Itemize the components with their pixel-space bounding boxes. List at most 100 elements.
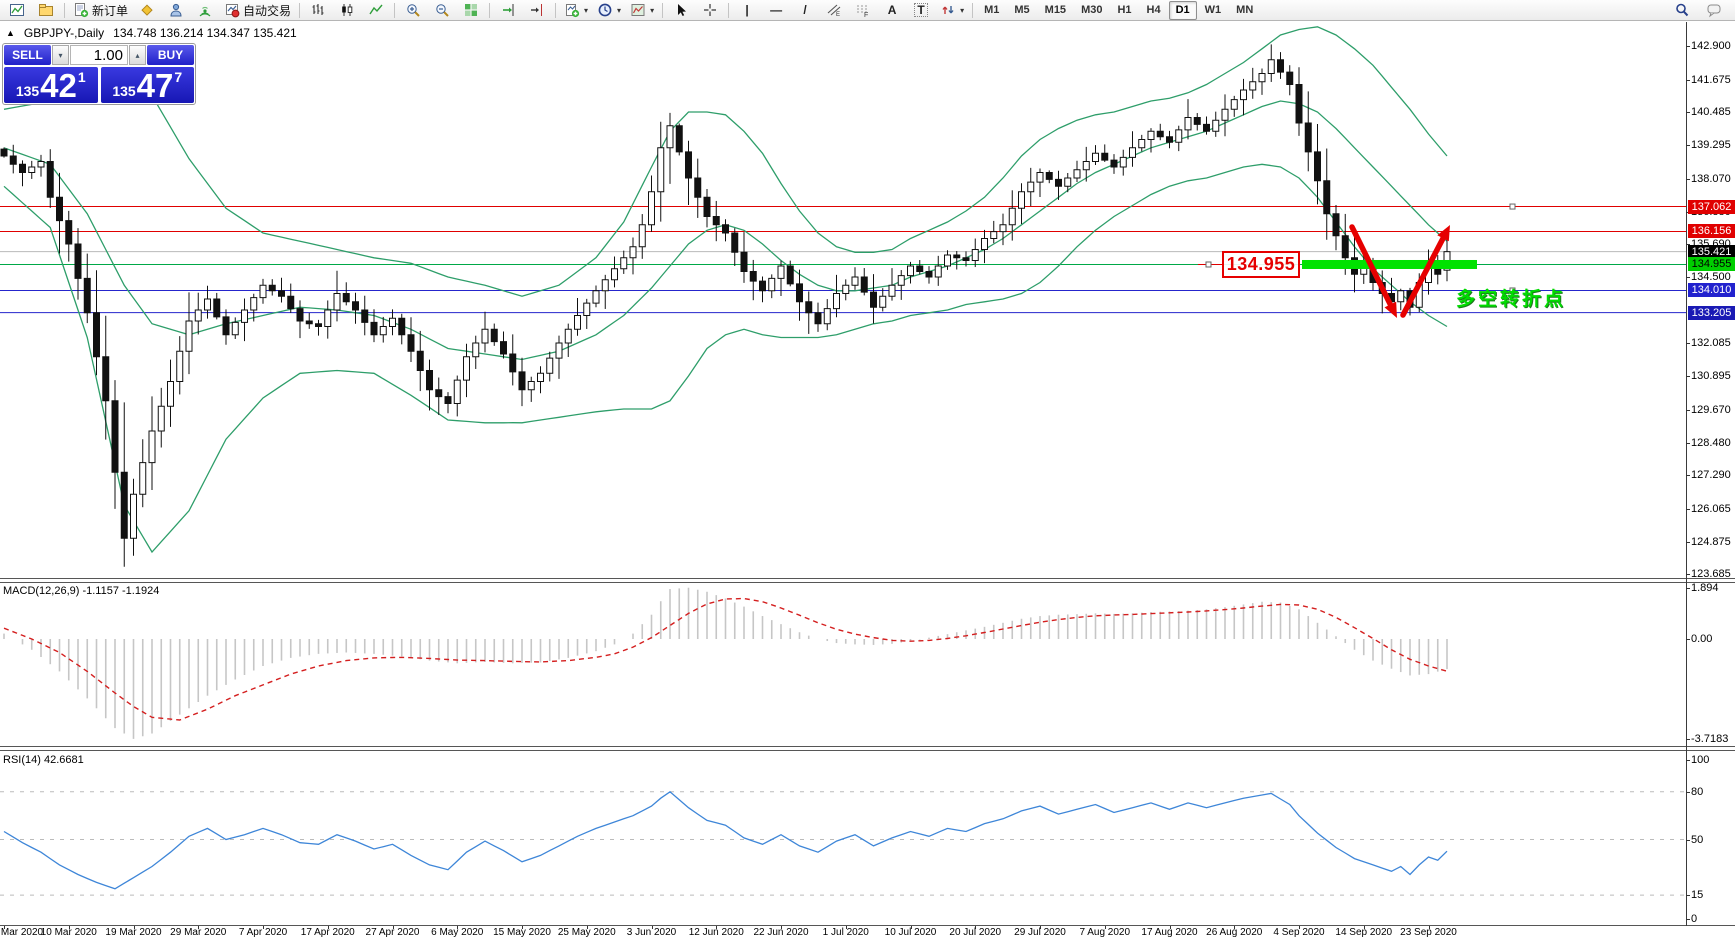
- chart-shift-button[interactable]: [523, 0, 551, 21]
- candle-body: [1304, 122, 1312, 153]
- candle-body: [860, 276, 868, 293]
- tile-windows-button[interactable]: [457, 0, 485, 21]
- support-highlight-bar[interactable]: [1302, 259, 1477, 269]
- date-axis-label: 17 Aug 2020: [1141, 927, 1198, 938]
- timeframe-button-m5[interactable]: M5: [1007, 1, 1036, 20]
- volume-input[interactable]: [70, 45, 128, 65]
- candle-body: [65, 220, 73, 245]
- one-click-collapse-icon[interactable]: ▲: [6, 28, 15, 38]
- price-chart-surface[interactable]: [0, 22, 1686, 578]
- auto-trading-label: 自动交易: [243, 3, 292, 18]
- timeframe-button-m1[interactable]: M1: [977, 1, 1006, 20]
- timeframe-button-h4[interactable]: H4: [1140, 1, 1168, 20]
- toolbar: 新订单 自动交易 ▾ ▾ ▾ | — / E F A T ▾ M1 M5 M15…: [0, 0, 1735, 21]
- object-selection-handle[interactable]: [1509, 203, 1516, 210]
- rsi-axis-label: 50: [1691, 833, 1704, 846]
- price-marker-box: 137.062: [1688, 199, 1735, 214]
- text-tool-button[interactable]: A: [878, 0, 906, 21]
- sell-button[interactable]: SELL: [4, 45, 51, 65]
- auto-scroll-button[interactable]: [494, 0, 522, 21]
- search-button[interactable]: [1668, 0, 1696, 21]
- rsi-axis-tick: [1686, 895, 1690, 897]
- candlestick-chart-button[interactable]: [333, 0, 361, 21]
- channel-tool-button[interactable]: E: [820, 0, 848, 21]
- zoom-in-button[interactable]: [399, 0, 427, 21]
- candle-body: [722, 224, 729, 234]
- panel-separator[interactable]: [0, 578, 1735, 579]
- sell-quote-button[interactable]: 135 42 1: [4, 67, 98, 103]
- horizontal-line-tool-button[interactable]: —: [762, 0, 790, 21]
- price-marker-box: 134.010: [1688, 283, 1735, 298]
- buy-quote-button[interactable]: 135 47 7: [100, 67, 194, 103]
- rsi-axis-label: 15: [1691, 889, 1704, 902]
- bar-chart-button[interactable]: [304, 0, 332, 21]
- panel-separator[interactable]: [0, 582, 1735, 583]
- periods-caret-icon[interactable]: ▾: [617, 6, 621, 15]
- rsi-line: [3, 790, 1448, 890]
- timeframe-button-w1[interactable]: W1: [1198, 1, 1229, 20]
- price-axis-tick: [1686, 46, 1690, 47]
- toolbar-separator: [662, 2, 664, 18]
- candle-body: [111, 400, 119, 473]
- turning-point-annotation[interactable]: 多空转折点: [1456, 284, 1566, 311]
- macd-label: MACD(12,26,9) -1.1157 -1.1924: [3, 585, 160, 597]
- expert-advisors-button[interactable]: [162, 0, 190, 21]
- price-axis-label: 132.085: [1691, 337, 1731, 350]
- trend-arrow-shaft[interactable]: [1400, 235, 1446, 318]
- candle-body: [1240, 89, 1247, 101]
- candle-body: [990, 231, 998, 239]
- trendline-tool-button[interactable]: /: [791, 0, 819, 21]
- timeframe-button-h1[interactable]: H1: [1110, 1, 1138, 20]
- candle-body: [1258, 73, 1266, 83]
- indicators-caret-icon[interactable]: ▾: [584, 6, 588, 15]
- timeframe-bar: M1 M5 M15 M30 H1 H4 D1 W1 MN: [977, 0, 1260, 20]
- cursor-tool-button[interactable]: [667, 0, 695, 21]
- chat-button[interactable]: [1700, 0, 1728, 21]
- line-chart-button[interactable]: [362, 0, 390, 21]
- vertical-line-tool-button[interactable]: |: [733, 0, 761, 21]
- price-axis-label: 142.900: [1691, 40, 1731, 52]
- arrows-caret-icon[interactable]: ▾: [960, 6, 964, 15]
- new-order-button[interactable]: 新订单: [69, 0, 132, 21]
- chart-bottom-border: [0, 925, 1735, 926]
- volume-decrease-button[interactable]: ▾: [52, 45, 69, 65]
- signals-button[interactable]: [191, 0, 219, 21]
- timeframe-button-d1[interactable]: D1: [1168, 0, 1197, 20]
- price-marker-box: 134.955: [1688, 257, 1735, 272]
- date-axis-label: 29 Mar 2020: [170, 927, 227, 938]
- price-axis-tick: [1686, 475, 1690, 477]
- text-icon: A: [887, 3, 897, 17]
- candle-body: [564, 328, 572, 344]
- zoom-out-button[interactable]: [428, 0, 456, 21]
- templates-caret-icon[interactable]: ▾: [650, 6, 654, 15]
- object-selection-handle[interactable]: [1205, 261, 1212, 268]
- text-label-tool-button[interactable]: T: [907, 0, 935, 21]
- mt4-window: 新订单 自动交易 ▾ ▾ ▾ | — / E F A T ▾ M1 M5 M15…: [0, 0, 1735, 938]
- timeframe-button-m15[interactable]: M15: [1038, 1, 1073, 20]
- timeframe-button-m30[interactable]: M30: [1074, 1, 1109, 20]
- metaeditor-button[interactable]: [133, 0, 161, 21]
- buy-button[interactable]: BUY: [147, 45, 194, 65]
- panel-separator[interactable]: [0, 750, 1735, 751]
- fibonacci-tool-button[interactable]: F: [849, 0, 877, 21]
- timeframe-button-mn[interactable]: MN: [1229, 1, 1260, 20]
- periods-button[interactable]: ▾: [593, 0, 625, 21]
- candle-body: [1156, 130, 1164, 138]
- auto-trading-button[interactable]: 自动交易: [220, 0, 295, 21]
- rsi-panel-surface[interactable]: [0, 752, 1686, 925]
- volume-increase-button[interactable]: ▴: [129, 45, 146, 65]
- panel-separator[interactable]: [0, 746, 1735, 747]
- support-price-label[interactable]: 134.955: [1222, 251, 1300, 278]
- candle-body: [463, 356, 470, 381]
- arrows-tool-button[interactable]: ▾: [936, 0, 968, 21]
- indicators-button[interactable]: ▾: [560, 0, 592, 21]
- crosshair-tool-button[interactable]: [696, 0, 724, 21]
- rsi-axis-tick: [1686, 760, 1690, 761]
- templates-button[interactable]: ▾: [626, 0, 658, 21]
- candle-body: [703, 196, 711, 217]
- profiles-button[interactable]: [32, 0, 60, 21]
- macd-panel-surface[interactable]: [0, 584, 1686, 746]
- new-chart-button[interactable]: [3, 0, 31, 21]
- price-axis-label: 126.065: [1691, 502, 1731, 515]
- chart-title: ▲ GBPJPY-,Daily 134.748 136.214 134.347 …: [6, 26, 297, 40]
